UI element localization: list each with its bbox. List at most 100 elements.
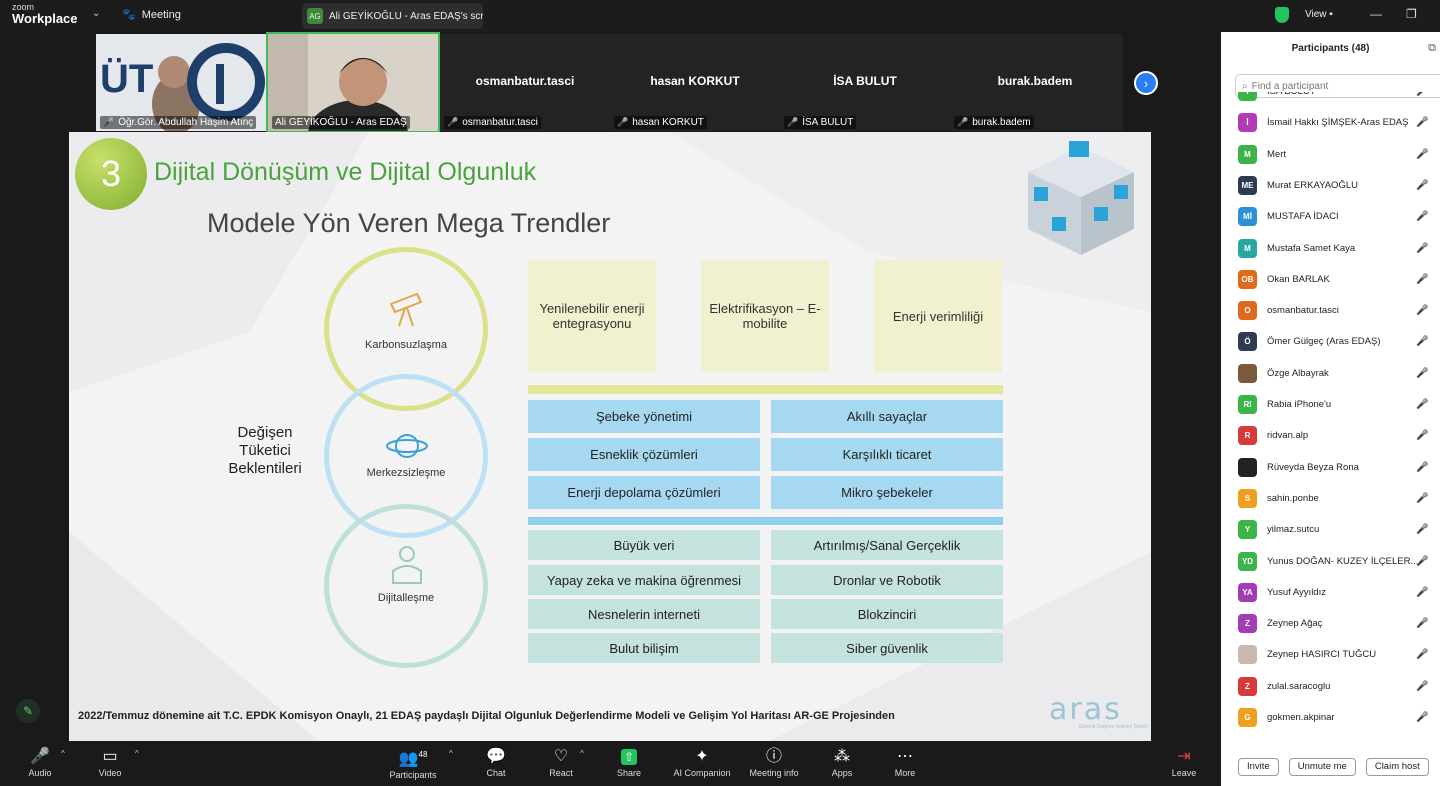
participant-row[interactable]: Ssahin.ponbe 🎤 (1221, 483, 1440, 514)
participant-row[interactable]: Zzulal.saracoglu 🎤 (1221, 671, 1440, 702)
participant-row[interactable]: Zeynep HASIRCI TUĞCU 🎤 (1221, 639, 1440, 670)
video-tile-ali[interactable]: Ali GEYİKOĞLU - Aras EDAŞ (266, 32, 440, 168)
participant-avatar: R (1238, 426, 1257, 446)
screen-share-indicator[interactable]: AG Ali GEYİKOĞLU - Aras EDAŞ's scre ··· (302, 3, 483, 29)
muted-status-icon: 🎤 (1416, 117, 1429, 129)
participant-row[interactable]: İ İSA BULUT🎤 (1221, 92, 1440, 107)
panel-footer: Invite Unmute me Claim host (1221, 747, 1440, 786)
participant-row[interactable]: YD Yunus DOĞAN- KUZEY İLÇELER... 🎤 (1221, 546, 1440, 577)
video-button[interactable]: ▭ Video (92, 741, 128, 786)
participant-avatar: Y (1238, 520, 1257, 540)
participants-options-icon[interactable]: ^ (449, 749, 453, 758)
participant-row[interactable]: Rüveyda Beyza Rona 🎤 (1221, 452, 1440, 483)
participant-row[interactable]: Ggokmen.akpinar 🎤 (1221, 702, 1440, 733)
ai-companion-button[interactable]: ✦ AI Companion (670, 741, 734, 786)
participant-name: Zeynep HASIRCI TUĞCU (1267, 649, 1377, 661)
participant-name: Özge Albayrak (1267, 367, 1329, 379)
meeting-info-button[interactable]: ⓘ Meeting info (746, 741, 802, 786)
trend-box: Elektrifikasyon – E-mobilite (701, 260, 829, 372)
react-button[interactable]: ♡ React (544, 741, 578, 786)
audio-options-icon[interactable]: ^ (61, 749, 65, 758)
meeting-label: Meeting (141, 8, 181, 21)
minimize-icon[interactable]: — (1370, 7, 1382, 21)
chat-button[interactable]: 💬 Chat (480, 741, 512, 786)
audio-label: Audio (28, 768, 52, 778)
restore-icon[interactable]: ❐ (1406, 7, 1417, 21)
video-tile-abdullah[interactable]: ÜT 🎤 Öğr.Gör. Abdullah Haşim Atınç (96, 34, 266, 134)
security-shield-icon[interactable] (1275, 7, 1289, 23)
share-label: Share (616, 768, 642, 778)
trend-cell: Büyük veri (528, 530, 760, 560)
participant-tile[interactable]: burak.badem 🎤 burak.badem (950, 34, 1120, 131)
trend-cell: Karşılıklı ticaret (771, 438, 1003, 471)
video-name-label: 🎤 Öğr.Gör. Abdullah Haşim Atınç (100, 116, 257, 129)
muted-mic-icon: 🎤 (447, 117, 459, 127)
participant-row[interactable]: Rridvan.alp 🎤 (1221, 420, 1440, 451)
participant-row[interactable]: Z Zeynep Ağaç 🎤 (1221, 608, 1440, 639)
muted-status-icon: 🎤 (1416, 92, 1428, 97)
participant-name: zulal.saracoglu (1267, 680, 1331, 692)
react-options-icon[interactable]: ^ (580, 749, 584, 758)
participant-row[interactable]: Ö Ömer Gülgeç (Aras EDAŞ) 🎤 (1221, 326, 1440, 357)
participant-tile[interactable]: İSA BULUT 🎤 İSA BULUT (780, 34, 950, 131)
apps-button[interactable]: ⁂ Apps (826, 741, 858, 786)
participant-avatar: ME (1238, 175, 1257, 195)
paw-icon: 🐾 (122, 9, 136, 21)
participant-row[interactable]: M Mustafa Samet Kaya 🎤 (1221, 233, 1440, 264)
participant-row[interactable]: RI Rabia iPhone'u 🎤 (1221, 389, 1440, 420)
participant-row[interactable]: M Mert 🎤 (1221, 139, 1440, 170)
participant-row[interactable]: İ İsmail Hakkı ŞİMŞEK-Aras EDAŞ 🎤 (1221, 107, 1440, 138)
participant-row[interactable]: ME Murat ERKAYAOĞLU 🎤 (1221, 170, 1440, 201)
tile-name: İSA BULUT (833, 74, 897, 88)
share-text: Ali GEYİKOĞLU - Aras EDAŞ's scre (329, 10, 483, 22)
invite-button[interactable]: Invite (1238, 757, 1279, 776)
divider-blue (528, 517, 1003, 525)
participant-name: Okan BARLAK (1267, 273, 1330, 285)
video-options-icon[interactable]: ^ (135, 749, 139, 758)
panel-title: Participants (48) (1291, 42, 1370, 54)
meeting-menu-button[interactable]: 🐾 Meeting (122, 8, 181, 22)
trend-box: Yenilenebilir enerji entegrasyonu (528, 260, 656, 372)
share-button[interactable]: ⇧ Share (612, 741, 646, 786)
consumer-line: Tüketici (239, 442, 291, 459)
tile-label-text: İSA BULUT (802, 117, 854, 128)
participant-row[interactable]: OB Okan BARLAK 🎤 (1221, 264, 1440, 295)
muted-status-icon: 🎤 (1416, 367, 1429, 379)
consumer-expectations: Değişen Tüketici Beklentileri (219, 424, 311, 478)
annotate-pencil-icon[interactable]: ✎ (16, 699, 40, 723)
next-page-button[interactable]: › (1134, 71, 1158, 95)
video-strip: ÜT 🎤 Öğr.Gör. Abdullah Haşim Atınç Ali GE… (96, 32, 1123, 168)
audio-button[interactable]: 🎤 Audio (22, 741, 58, 786)
trend-cell: Akıllı sayaçlar (771, 400, 1003, 433)
video2-name: Ali GEYİKOĞLU - Aras EDAŞ (275, 117, 407, 128)
unmute-me-button[interactable]: Unmute me (1288, 757, 1356, 776)
participant-row[interactable]: YA Yusuf Ayyıldız 🎤 (1221, 577, 1440, 608)
muted-status-icon: 🎤 (1416, 179, 1429, 191)
tile-label-text: burak.badem (972, 117, 1031, 128)
view-button[interactable]: View ▪ (1305, 9, 1333, 20)
participant-tile[interactable]: osmanbatur.tasci 🎤 osmanbatur.tasci (440, 34, 610, 131)
participant-row[interactable]: Oosmanbatur.tasci 🎤 (1221, 295, 1440, 326)
popout-icon[interactable]: ⧉ (1428, 42, 1436, 55)
participant-avatar: O (1238, 301, 1257, 321)
participants-panel: Participants (48) ⧉ ⌕ Find a participant… (1221, 32, 1440, 786)
tile-label: 🎤 İSA BULUT (784, 116, 857, 129)
participant-avatar: İ (1238, 113, 1257, 133)
claim-host-button[interactable]: Claim host (1365, 757, 1429, 776)
participant-tile[interactable]: hasan KORKUT 🎤 hasan KORKUT (610, 34, 780, 131)
muted-mic-icon: 🎤 (30, 748, 50, 765)
participant-avatar: YA (1238, 582, 1257, 602)
participant-name: Yunus DOĞAN- KUZEY İLÇELER... (1267, 555, 1417, 567)
participant-row[interactable]: Mİ MUSTAFA İDACI 🎤 (1221, 201, 1440, 232)
participants-button[interactable]: 👥48 Participants (386, 741, 440, 786)
leave-button[interactable]: ⇥ Leave (1168, 741, 1200, 786)
muted-status-icon: 🎤 (1416, 305, 1429, 317)
participant-avatar: RI (1238, 395, 1257, 414)
participant-row[interactable]: Özge Albayrak 🎤 (1221, 358, 1440, 389)
participant-name: yilmaz.sutcu (1267, 524, 1320, 536)
more-button[interactable]: ⋯ More (888, 741, 922, 786)
muted-mic-icon: 🎤 (617, 117, 629, 127)
participant-row[interactable]: Yyilmaz.sutcu 🎤 (1221, 514, 1440, 545)
chevron-down-icon[interactable]: ⌄ (92, 8, 100, 19)
sparkle-icon: ✦ (695, 748, 709, 765)
